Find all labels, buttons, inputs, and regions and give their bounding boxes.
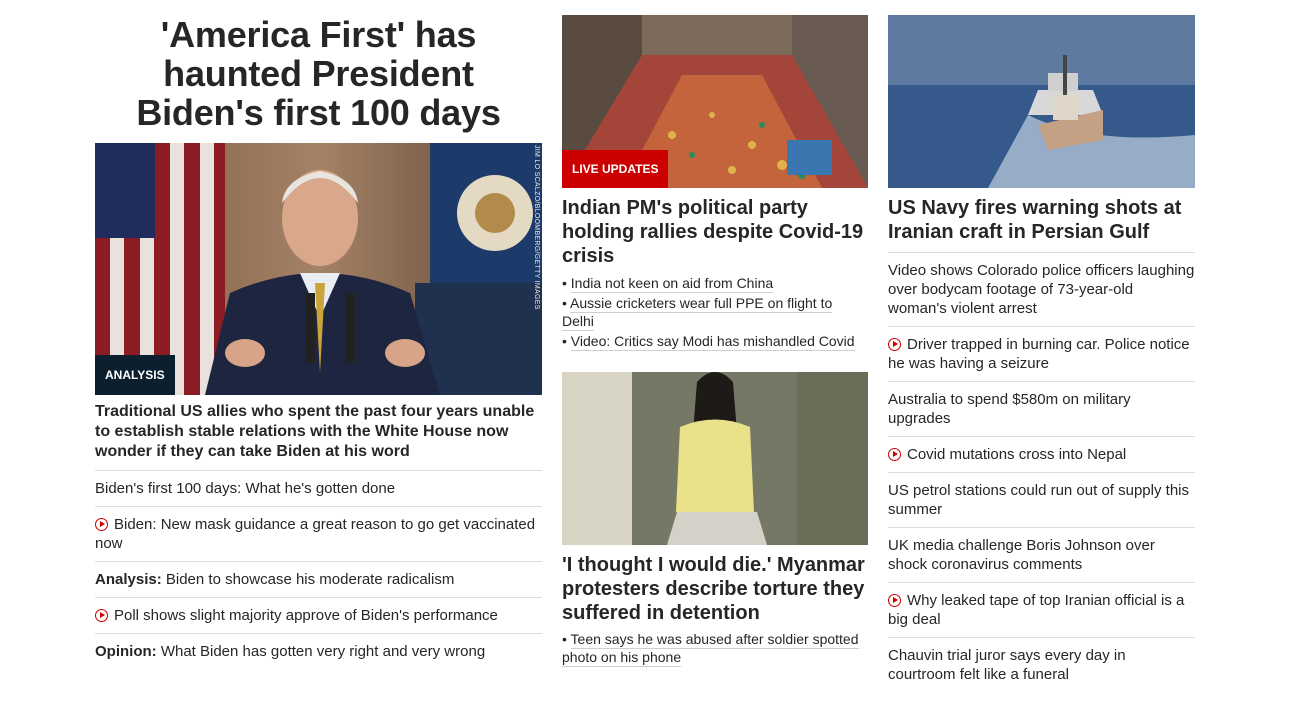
navy-ship-photo <box>888 15 1195 188</box>
list-item[interactable]: Why leaked tape of top Iranian official … <box>888 582 1195 637</box>
bullet-item[interactable]: • Teen says he was abused after soldier … <box>562 630 868 667</box>
myanmar-bullets: • Teen says he was abused after soldier … <box>562 630 868 667</box>
item-text: Chauvin trial juror says every day in co… <box>888 647 1126 683</box>
item-text: What Biden has gotten very right and ver… <box>160 643 486 660</box>
navy-image[interactable] <box>888 15 1195 188</box>
list-item[interactable]: Chauvin trial juror says every day in co… <box>888 637 1195 692</box>
play-video-icon <box>95 518 108 531</box>
india-headline[interactable]: Indian PM's political party holding rall… <box>562 196 868 268</box>
item-text: UK media challenge Boris Johnson over sh… <box>888 537 1155 573</box>
india-rally-image[interactable]: LIVE UPDATES <box>562 15 868 188</box>
live-updates-badge[interactable]: LIVE UPDATES <box>562 150 669 188</box>
play-video-icon <box>95 609 108 622</box>
play-video-icon <box>888 338 901 351</box>
list-item[interactable]: Driver trapped in burning car. Police no… <box>888 326 1195 381</box>
middle-column: LIVE UPDATES Indian PM's political party… <box>562 15 868 668</box>
item-text: Video shows Colorado police officers lau… <box>888 262 1195 317</box>
list-item[interactable]: UK media challenge Boris Johnson over sh… <box>888 527 1195 582</box>
list-item[interactable]: US petrol stations could run out of supp… <box>888 472 1195 527</box>
item-text: Why leaked tape of top Iranian official … <box>888 592 1185 628</box>
list-item[interactable]: Video shows Colorado police officers lau… <box>888 252 1195 326</box>
item-text: Biden to showcase his moderate radicalis… <box>165 571 455 588</box>
woman-photo <box>562 372 868 545</box>
lead-related-list: Biden's first 100 days: What he's gotten… <box>95 470 542 669</box>
item-text: Biden: New mask guidance a great reason … <box>95 516 536 552</box>
right-column: US Navy fires warning shots at Iranian c… <box>888 15 1195 692</box>
lead-story-column: 'America First' has haunted President Bi… <box>95 15 542 669</box>
lead-headline[interactable]: 'America First' has haunted President Bi… <box>95 15 542 132</box>
list-item[interactable]: Analysis: Biden to showcase his moderate… <box>95 561 542 597</box>
myanmar-image[interactable] <box>562 372 868 545</box>
item-prefix: Analysis: <box>95 571 162 588</box>
india-bullets: • India not keen on aid from China • Aus… <box>562 274 868 351</box>
list-item[interactable]: Poll shows slight majority approve of Bi… <box>95 597 542 633</box>
bullet-item[interactable]: • Aussie cricketers wear full PPE on fli… <box>562 294 868 331</box>
play-video-icon <box>888 448 901 461</box>
bullet-item[interactable]: • Video: Critics say Modi has mishandled… <box>562 332 868 351</box>
item-text: Biden's first 100 days: What he's gotten… <box>95 480 396 497</box>
item-text: Australia to spend $580m on military upg… <box>888 391 1131 427</box>
play-video-icon <box>888 594 901 607</box>
myanmar-headline[interactable]: 'I thought I would die.' Myanmar protest… <box>562 553 868 625</box>
right-story-list: Video shows Colorado police officers lau… <box>888 252 1195 692</box>
item-prefix: Opinion: <box>95 643 157 660</box>
bullet-item[interactable]: • India not keen on aid from China <box>562 274 868 293</box>
list-item[interactable]: Opinion: What Biden has gotten very righ… <box>95 633 542 669</box>
lead-image[interactable]: JIM LO SCALZO/BLOOMBERG/GETTY IMAGES ANA… <box>95 143 542 395</box>
item-text: Poll shows slight majority approve of Bi… <box>114 607 498 624</box>
lead-subheadline[interactable]: Traditional US allies who spent the past… <box>95 402 542 462</box>
item-text: Driver trapped in burning car. Police no… <box>888 336 1190 372</box>
item-text: US petrol stations could run out of supp… <box>888 482 1189 518</box>
list-item[interactable]: Biden: New mask guidance a great reason … <box>95 506 542 561</box>
list-item[interactable]: Covid mutations cross into Nepal <box>888 436 1195 472</box>
navy-headline[interactable]: US Navy fires warning shots at Iranian c… <box>888 196 1195 244</box>
analysis-badge: ANALYSIS <box>95 355 175 395</box>
item-text: Covid mutations cross into Nepal <box>907 446 1127 463</box>
state-flag-shape <box>415 143 542 395</box>
photo-credit: JIM LO SCALZO/BLOOMBERG/GETTY IMAGES <box>533 145 540 310</box>
list-item[interactable]: Australia to spend $580m on military upg… <box>888 381 1195 436</box>
list-item[interactable]: Biden's first 100 days: What he's gotten… <box>95 470 542 506</box>
